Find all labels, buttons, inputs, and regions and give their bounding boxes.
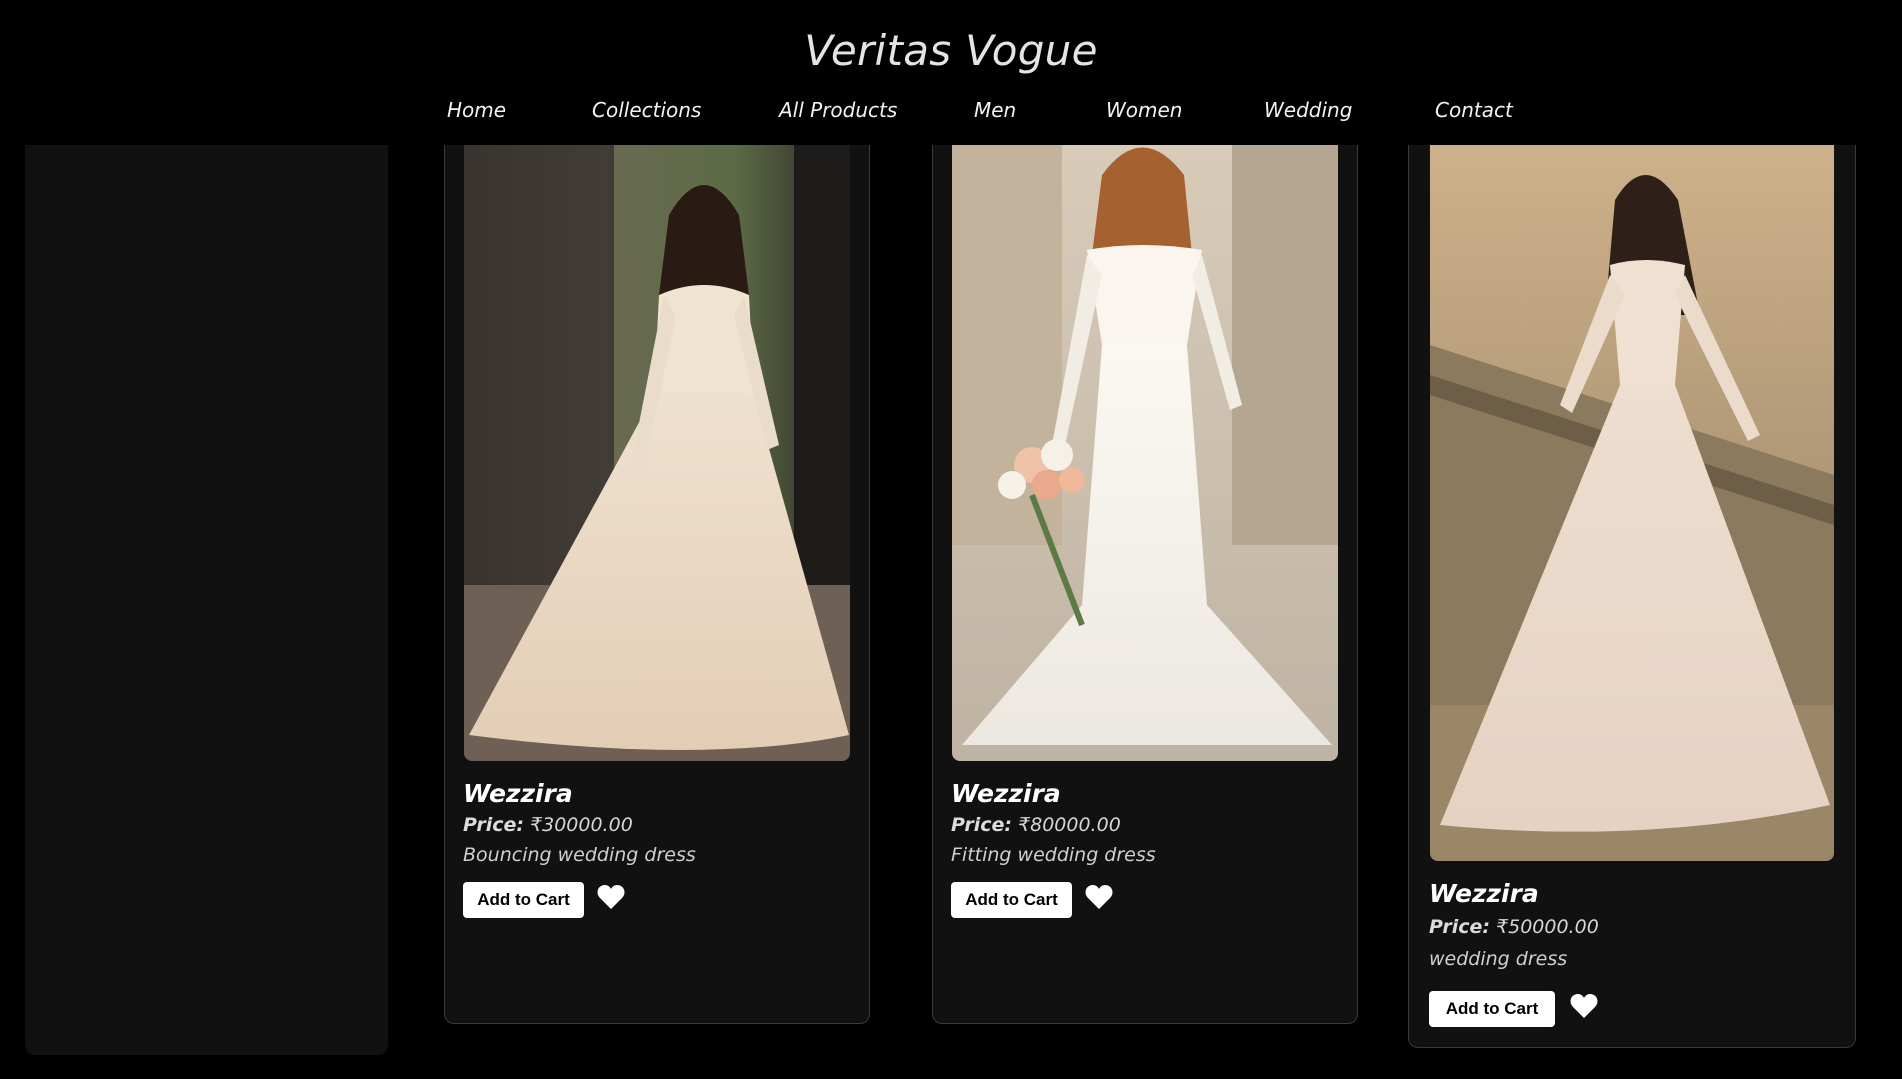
product-image[interactable] bbox=[1430, 145, 1834, 861]
nav-home[interactable]: Home bbox=[447, 98, 506, 122]
page: Veritas Vogue Home Collections All Produ… bbox=[0, 0, 1902, 1079]
site-title: Veritas Vogue bbox=[804, 26, 1098, 75]
product-price: Price: ₹80000.00 bbox=[951, 814, 1121, 836]
add-to-cart-button[interactable]: Add to Cart bbox=[951, 882, 1072, 918]
nav-women[interactable]: Women bbox=[1106, 98, 1182, 122]
product-card[interactable]: Wezzira Price: ₹50000.00 wedding dress A… bbox=[1408, 145, 1856, 1048]
price-label: Price: bbox=[1429, 916, 1490, 938]
filter-sidebar bbox=[25, 145, 388, 1055]
wedding-dress-photo bbox=[464, 145, 850, 761]
product-card[interactable]: Wezzira Price: ₹30000.00 Bouncing weddin… bbox=[444, 145, 870, 1024]
product-description: Bouncing wedding dress bbox=[463, 844, 696, 866]
product-price: Price: ₹50000.00 bbox=[1429, 916, 1599, 938]
price-value: ₹80000.00 bbox=[1018, 814, 1121, 836]
heart-icon[interactable] bbox=[1085, 884, 1113, 910]
price-label: Price: bbox=[463, 814, 524, 836]
product-card[interactable]: Wezzira Price: ₹80000.00 Fitting wedding… bbox=[932, 145, 1358, 1024]
heart-icon[interactable] bbox=[1570, 993, 1598, 1019]
nav-all-products[interactable]: All Products bbox=[779, 98, 897, 122]
product-image[interactable] bbox=[464, 145, 850, 761]
product-description: wedding dress bbox=[1429, 948, 1568, 970]
nav-collections[interactable]: Collections bbox=[592, 98, 701, 122]
product-image[interactable] bbox=[952, 145, 1338, 761]
product-name: Wezzira bbox=[463, 779, 573, 808]
price-label: Price: bbox=[951, 814, 1012, 836]
add-to-cart-button[interactable]: Add to Cart bbox=[463, 882, 584, 918]
wedding-dress-photo bbox=[1430, 145, 1834, 861]
heart-icon[interactable] bbox=[597, 884, 625, 910]
product-name: Wezzira bbox=[951, 779, 1061, 808]
product-price: Price: ₹30000.00 bbox=[463, 814, 633, 836]
nav-contact[interactable]: Contact bbox=[1435, 98, 1513, 122]
price-value: ₹50000.00 bbox=[1496, 916, 1599, 938]
product-name: Wezzira bbox=[1429, 879, 1539, 908]
price-value: ₹30000.00 bbox=[530, 814, 633, 836]
main-nav: Home Collections All Products Men Women … bbox=[0, 98, 1902, 130]
wedding-dress-photo bbox=[952, 145, 1338, 761]
add-to-cart-button[interactable]: Add to Cart bbox=[1429, 991, 1555, 1027]
product-description: Fitting wedding dress bbox=[951, 844, 1156, 866]
nav-wedding[interactable]: Wedding bbox=[1264, 98, 1352, 122]
nav-men[interactable]: Men bbox=[974, 98, 1016, 122]
